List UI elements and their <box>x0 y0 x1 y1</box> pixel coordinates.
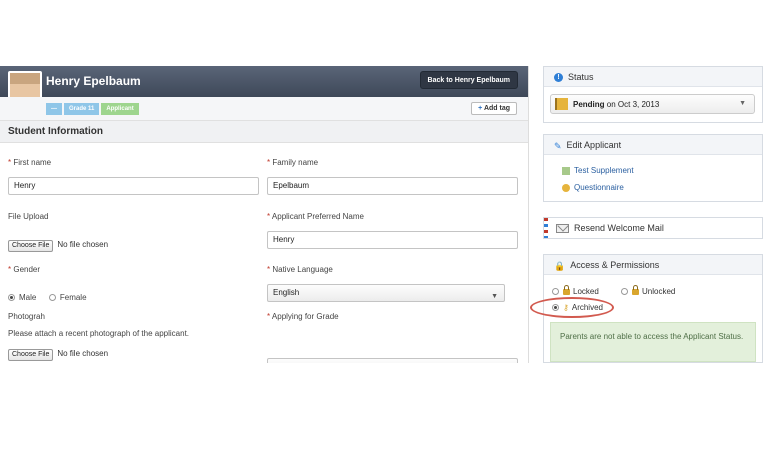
edit-applicant-title: ✎ Edit Applicant <box>544 135 762 155</box>
applying-grade-select[interactable] <box>267 358 518 363</box>
tag-id[interactable]: — <box>46 103 62 115</box>
gender-male-label: Male <box>19 293 37 303</box>
add-tag-button[interactable]: + Add tag <box>471 102 517 115</box>
status-state: Pending <box>573 100 605 109</box>
access-note: Parents are not able to access the Appli… <box>550 322 756 362</box>
no-file-text: No file chosen <box>57 240 109 249</box>
photo-upload-control: Choose File No file chosen <box>8 348 108 361</box>
access-locked-option[interactable]: Locked <box>552 284 599 296</box>
family-name-input[interactable]: Epelbaum <box>267 177 518 195</box>
gender-radio-group: Male Female <box>8 292 97 302</box>
gender-male-radio[interactable] <box>8 294 15 302</box>
resend-welcome-panel[interactable]: Resend Welcome Mail <box>543 217 763 239</box>
section-title: Student Information <box>0 121 528 143</box>
first-name-label: * First name <box>8 158 52 167</box>
gender-female-radio[interactable] <box>48 294 56 302</box>
gender-label: * Gender <box>8 265 41 274</box>
choose-file-button[interactable]: Choose File <box>8 240 54 252</box>
preferred-name-input[interactable]: Henry <box>267 231 518 249</box>
family-name-label: * Family name <box>267 158 319 167</box>
student-header: Henry Epelbaum Back to Henry Epelbaum <box>0 66 528 111</box>
tag-grade[interactable]: Grade 11 <box>64 103 100 115</box>
file-upload-label: File Upload <box>8 212 49 221</box>
unlocked-radio[interactable] <box>621 288 628 296</box>
preferred-name-label: * Applicant Preferred Name <box>267 212 364 221</box>
resend-welcome-button[interactable]: Resend Welcome Mail <box>544 218 762 238</box>
native-language-label: * Native Language <box>267 265 333 274</box>
add-tag-label: Add tag <box>483 105 510 112</box>
edit-applicant-panel: ✎ Edit Applicant Test Supplement Question… <box>543 134 763 202</box>
tag-applicant[interactable]: Applicant <box>101 103 139 115</box>
envelope-icon <box>556 224 569 234</box>
file-upload-control: Choose File No file chosen <box>8 239 108 252</box>
test-supplement-link[interactable]: Test Supplement <box>562 166 634 175</box>
airmail-stripe <box>544 218 548 238</box>
unlocked-icon <box>632 284 639 295</box>
student-name: Henry Epelbaum <box>46 74 141 88</box>
first-name-input[interactable]: Henry <box>8 177 259 195</box>
locked-icon <box>563 284 570 295</box>
student-form-panel: Henry Epelbaum Back to Henry Epelbaum — … <box>0 66 529 363</box>
question-icon <box>562 183 570 192</box>
lock-icon: 🔒 <box>554 260 566 271</box>
photograph-help: Please attach a recent photograph of the… <box>8 329 190 338</box>
info-icon: ! <box>554 73 563 83</box>
archived-highlight-ring <box>530 297 614 318</box>
tag-bar: — Grade 11 Applicant + Add tag <box>0 97 528 121</box>
status-dropdown[interactable]: Pending on Oct 3, 2013 ▼ <box>550 94 755 114</box>
status-panel: ! Status Pending on Oct 3, 2013 ▼ <box>543 66 763 123</box>
checklist-icon <box>562 166 570 175</box>
choose-photo-button[interactable]: Choose File <box>8 349 54 361</box>
chevron-down-icon: ▼ <box>739 100 746 107</box>
questionnaire-link[interactable]: Questionnaire <box>562 183 624 192</box>
status-panel-title: ! Status <box>544 67 762 87</box>
status-date: on Oct 3, 2013 <box>606 100 660 109</box>
pencil-icon: ✎ <box>554 140 562 151</box>
access-unlocked-option[interactable]: Unlocked <box>621 284 675 296</box>
flag-icon <box>555 98 568 110</box>
chevron-down-icon: ▼ <box>491 293 498 300</box>
gender-female-label: Female <box>59 293 87 303</box>
native-language-select[interactable]: English ▼ <box>267 284 505 302</box>
access-permissions-title: 🔒 Access & Permissions <box>544 255 762 275</box>
back-to-student-button[interactable]: Back to Henry Epelbaum <box>419 71 518 89</box>
no-photo-text: No file chosen <box>57 349 109 358</box>
applying-grade-label: * Applying for Grade <box>267 312 339 321</box>
tag-list: — Grade 11 Applicant <box>46 103 139 115</box>
photograph-label: Photograh <box>8 312 45 321</box>
locked-radio[interactable] <box>552 288 559 296</box>
sidebar: ! Status Pending on Oct 3, 2013 ▼ ✎ Edit A… <box>543 66 763 363</box>
